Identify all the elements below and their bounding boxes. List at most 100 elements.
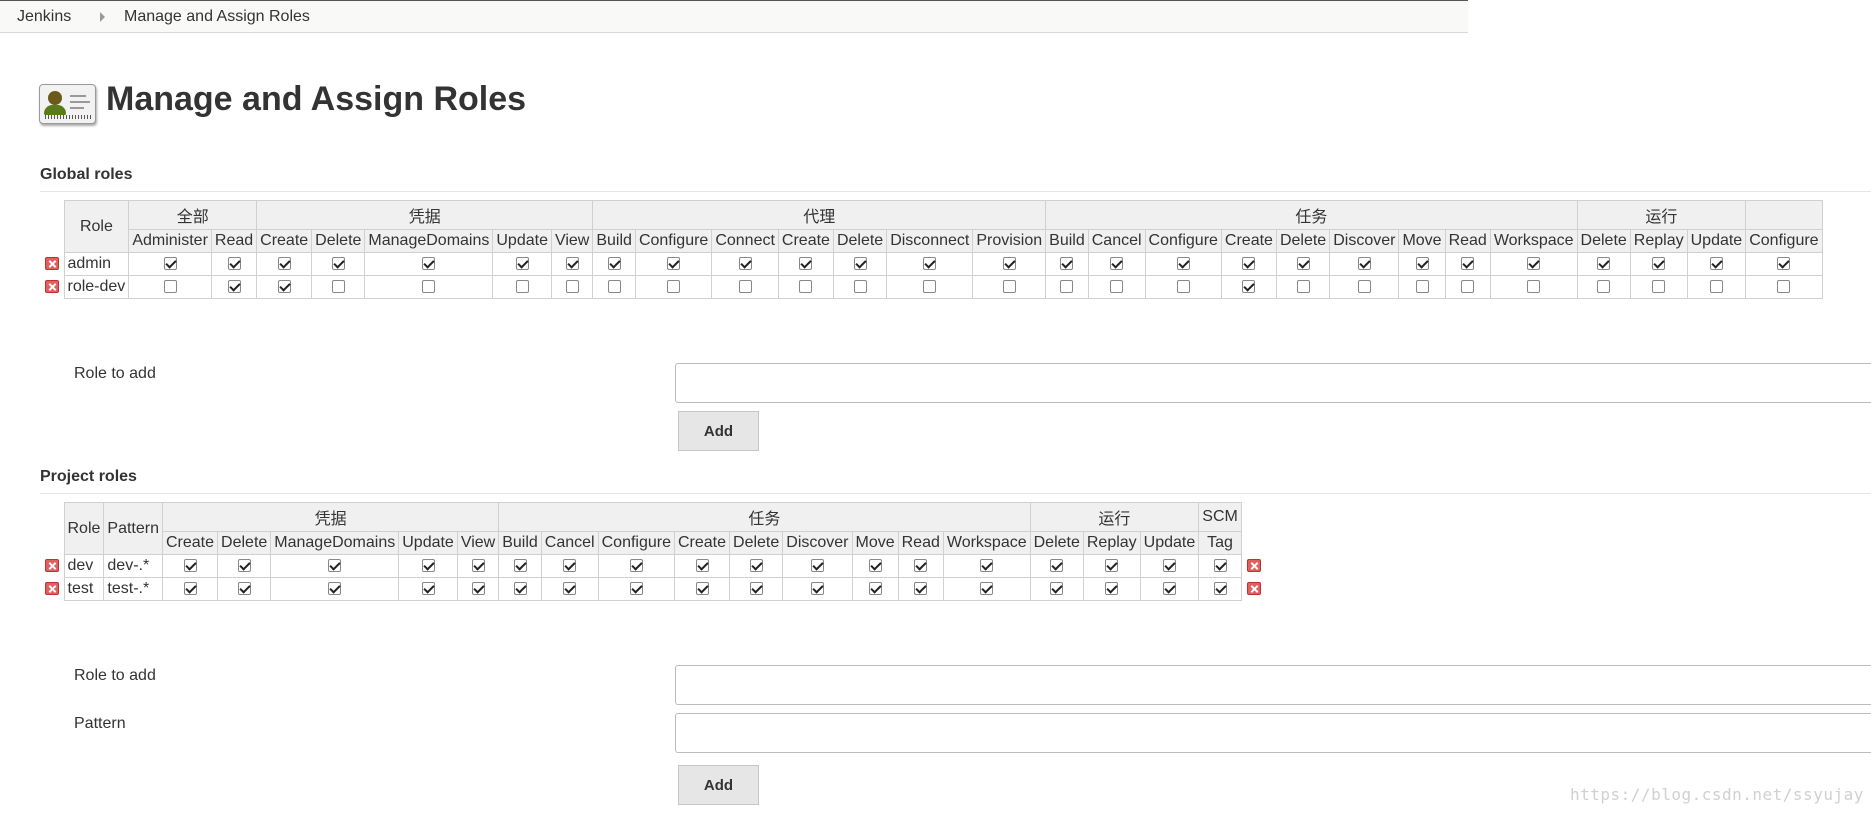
project-pattern-input[interactable] [675, 713, 1871, 753]
permission-checkbox[interactable] [1162, 559, 1176, 573]
permission-checkbox[interactable] [1652, 257, 1666, 271]
permission-checkbox[interactable] [1597, 280, 1611, 294]
permission-checkbox[interactable] [1296, 257, 1310, 271]
delete-icon[interactable] [44, 582, 59, 596]
global-add-button[interactable]: Add [678, 411, 759, 451]
permission-checkbox[interactable] [667, 257, 681, 271]
delete-icon[interactable] [1246, 559, 1261, 573]
permission-checkbox[interactable] [328, 559, 342, 573]
permission-checkbox[interactable] [1050, 582, 1064, 596]
permission-checkbox[interactable] [749, 559, 763, 573]
permission-checkbox[interactable] [1110, 280, 1124, 294]
permission-checkbox[interactable] [331, 280, 345, 294]
permission-checkbox[interactable] [1213, 582, 1227, 596]
permission-checkbox[interactable] [471, 559, 485, 573]
permission-checkbox[interactable] [1242, 257, 1256, 271]
permission-checkbox[interactable] [513, 582, 527, 596]
permission-checkbox[interactable] [163, 257, 177, 271]
permission-checkbox[interactable] [277, 280, 291, 294]
permission-checkbox[interactable] [923, 257, 937, 271]
permission-checkbox[interactable] [421, 559, 435, 573]
permission-checkbox[interactable] [183, 582, 197, 596]
permission-checkbox[interactable] [810, 582, 824, 596]
permission-checkbox[interactable] [1415, 280, 1429, 294]
permission-checkbox[interactable] [513, 559, 527, 573]
permission-checkbox[interactable] [565, 280, 579, 294]
permission-checkbox[interactable] [923, 280, 937, 294]
permission-checkbox[interactable] [749, 582, 763, 596]
permission-checkbox[interactable] [1652, 280, 1666, 294]
permission-checkbox[interactable] [1060, 280, 1074, 294]
permission-checkbox[interactable] [607, 280, 621, 294]
permission-checkbox[interactable] [868, 582, 882, 596]
permission-checkbox[interactable] [227, 257, 241, 271]
permission-checkbox[interactable] [629, 582, 643, 596]
permission-checkbox[interactable] [1002, 257, 1016, 271]
permission-checkbox[interactable] [328, 582, 342, 596]
permission-checkbox[interactable] [1709, 280, 1723, 294]
permission-checkbox[interactable] [1357, 257, 1371, 271]
breadcrumb-manage-roles[interactable]: Manage and Assign Roles [124, 8, 310, 26]
permission-checkbox[interactable] [227, 280, 241, 294]
permission-checkbox[interactable] [1002, 280, 1016, 294]
project-role-to-add-input[interactable] [675, 665, 1871, 705]
permission-checkbox[interactable] [183, 559, 197, 573]
permission-checkbox[interactable] [331, 257, 345, 271]
permission-checkbox[interactable] [799, 280, 813, 294]
permission-checkbox[interactable] [515, 257, 529, 271]
permission-checkbox[interactable] [1357, 280, 1371, 294]
permission-checkbox[interactable] [629, 559, 643, 573]
permission-checkbox[interactable] [1527, 280, 1541, 294]
permission-checkbox[interactable] [515, 280, 529, 294]
permission-checkbox[interactable] [607, 257, 621, 271]
delete-icon[interactable] [44, 559, 59, 573]
permission-checkbox[interactable] [563, 582, 577, 596]
permission-checkbox[interactable] [738, 257, 752, 271]
delete-icon[interactable] [1246, 582, 1261, 596]
permission-checkbox[interactable] [1597, 257, 1611, 271]
permission-checkbox[interactable] [1415, 257, 1429, 271]
permission-checkbox[interactable] [738, 280, 752, 294]
permission-checkbox[interactable] [421, 582, 435, 596]
permission-checkbox[interactable] [1461, 280, 1475, 294]
permission-checkbox[interactable] [695, 582, 709, 596]
permission-checkbox[interactable] [565, 257, 579, 271]
permission-checkbox[interactable] [163, 280, 177, 294]
permission-checkbox[interactable] [1176, 257, 1190, 271]
permission-checkbox[interactable] [810, 559, 824, 573]
permission-checkbox[interactable] [1110, 257, 1124, 271]
permission-checkbox[interactable] [1777, 257, 1791, 271]
permission-checkbox[interactable] [1162, 582, 1176, 596]
permission-checkbox[interactable] [1242, 280, 1256, 294]
project-add-button[interactable]: Add [678, 765, 759, 805]
permission-checkbox[interactable] [695, 559, 709, 573]
permission-checkbox[interactable] [1060, 257, 1074, 271]
delete-icon[interactable] [44, 280, 59, 294]
permission-checkbox[interactable] [853, 257, 867, 271]
permission-checkbox[interactable] [1709, 257, 1723, 271]
permission-checkbox[interactable] [1527, 257, 1541, 271]
permission-checkbox[interactable] [422, 257, 436, 271]
permission-checkbox[interactable] [914, 559, 928, 573]
delete-icon[interactable] [44, 257, 59, 271]
permission-checkbox[interactable] [914, 582, 928, 596]
permission-checkbox[interactable] [667, 280, 681, 294]
permission-checkbox[interactable] [237, 559, 251, 573]
permission-checkbox[interactable] [980, 582, 994, 596]
permission-checkbox[interactable] [799, 257, 813, 271]
permission-checkbox[interactable] [422, 280, 436, 294]
permission-checkbox[interactable] [471, 582, 485, 596]
permission-checkbox[interactable] [980, 559, 994, 573]
permission-checkbox[interactable] [1105, 559, 1119, 573]
permission-checkbox[interactable] [277, 257, 291, 271]
breadcrumb-jenkins[interactable]: Jenkins [17, 8, 71, 26]
permission-checkbox[interactable] [237, 582, 251, 596]
permission-checkbox[interactable] [1461, 257, 1475, 271]
permission-checkbox[interactable] [853, 280, 867, 294]
permission-checkbox[interactable] [1213, 559, 1227, 573]
permission-checkbox[interactable] [868, 559, 882, 573]
permission-checkbox[interactable] [1105, 582, 1119, 596]
permission-checkbox[interactable] [1050, 559, 1064, 573]
permission-checkbox[interactable] [1296, 280, 1310, 294]
permission-checkbox[interactable] [1176, 280, 1190, 294]
